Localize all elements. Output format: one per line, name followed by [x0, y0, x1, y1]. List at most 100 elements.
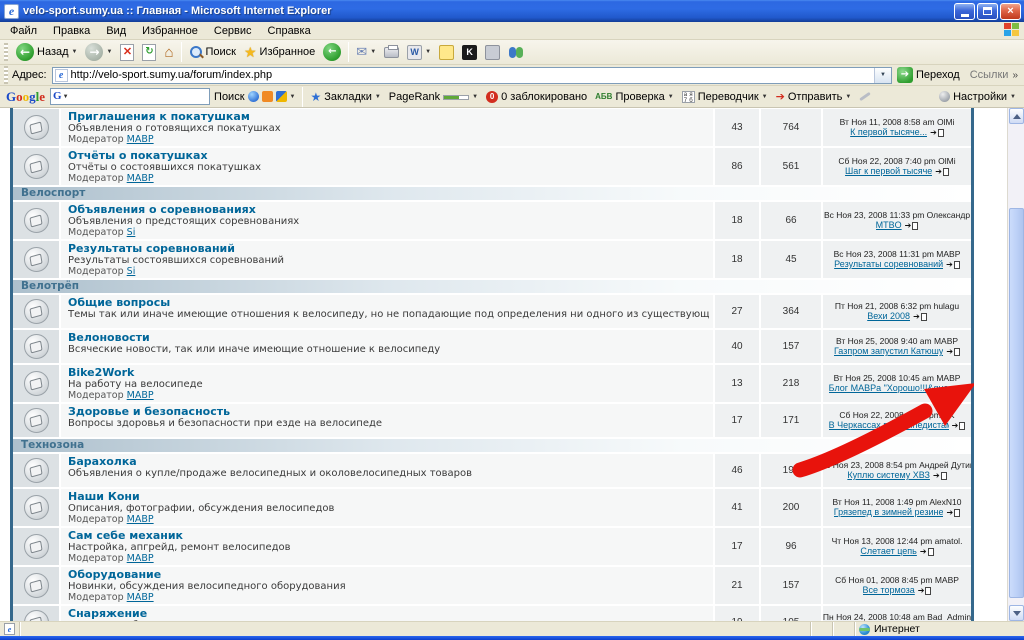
google-addon2-icon[interactable]	[276, 91, 287, 102]
spellcheck-button[interactable]: АБВ Проверка ▼	[591, 91, 678, 103]
search-button[interactable]: Поиск	[185, 41, 240, 63]
moderator-link[interactable]: MABP	[127, 173, 154, 184]
pagerank-caret[interactable]: ▼	[472, 94, 478, 100]
scroll-up-button[interactable]	[1009, 108, 1024, 124]
forum-link[interactable]: Сам себе механик	[68, 529, 709, 542]
scrollbar-thumb[interactable]	[1009, 208, 1024, 598]
goto-lastpost-icon[interactable]: ➔	[946, 261, 953, 269]
translate-button[interactable]: ая7б Переводчик ▼	[678, 91, 772, 103]
forum-link[interactable]: Bike2Work	[68, 366, 709, 379]
lastpost-link[interactable]: Куплю систему ХВЗ	[847, 470, 930, 481]
edit-button[interactable]: W ▼	[403, 41, 435, 63]
translate-caret[interactable]: ▼	[762, 94, 768, 100]
menu-edit[interactable]: Правка	[45, 25, 98, 37]
links-chevron-icon[interactable]: »	[1012, 70, 1018, 81]
bookmarks-caret[interactable]: ▼	[375, 94, 381, 100]
forum-link[interactable]: Объявления о соревнованиях	[68, 203, 709, 216]
moderator-link[interactable]: MABP	[127, 134, 154, 145]
lastpost-link[interactable]: К первой тысяче...	[850, 127, 927, 138]
address-dropdown-icon[interactable]: ▼	[874, 68, 891, 83]
forum-link[interactable]: Барахолка	[68, 455, 709, 468]
lastpost-link[interactable]: MTBO	[876, 220, 902, 231]
forum-link[interactable]: Отчёты о покатушках	[68, 149, 709, 162]
moderator-link[interactable]: MABP	[127, 592, 154, 603]
messenger-button[interactable]	[504, 41, 528, 63]
mail-dropdown-icon[interactable]: ▼	[370, 49, 376, 55]
moderator-link[interactable]: MABP	[127, 390, 154, 401]
close-button[interactable]: ×	[1000, 3, 1021, 20]
history-button[interactable]: ←	[319, 41, 345, 63]
popup-blocker-button[interactable]: 0 0 заблокировано	[482, 91, 591, 103]
goto-lastpost-icon[interactable]: ➔	[920, 548, 927, 556]
address-input[interactable]	[71, 69, 874, 81]
goto-lastpost-icon[interactable]: ➔	[905, 222, 912, 230]
menu-help[interactable]: Справка	[260, 25, 319, 37]
lastpost-link[interactable]: Газпром запустил Катюшу	[834, 346, 943, 357]
goto-lastpost-icon[interactable]: ➔	[946, 509, 953, 517]
go-button[interactable]: ➔ Переход	[897, 67, 960, 83]
menu-file[interactable]: Файл	[2, 25, 45, 37]
mail-button[interactable]: ✉ ▼	[352, 41, 380, 63]
forward-button[interactable]: → ▼	[81, 41, 116, 63]
links-toolbar-label[interactable]: Ссылки	[970, 69, 1009, 81]
vertical-scrollbar[interactable]	[1007, 108, 1024, 621]
google-search-caret[interactable]: ▼	[290, 94, 296, 100]
stop-button[interactable]: ✕	[116, 41, 138, 63]
moderator-link[interactable]: Si	[127, 227, 136, 238]
forum-link[interactable]: Результаты соревнований	[68, 242, 709, 255]
forum-link[interactable]: Оборудование	[68, 568, 709, 581]
menu-favorites[interactable]: Избранное	[134, 25, 206, 37]
back-button[interactable]: ← Назад ▼	[12, 41, 81, 63]
restore-button[interactable]	[977, 3, 998, 20]
google-settings-button[interactable]: Настройки ▼	[935, 91, 1020, 103]
settings-caret[interactable]: ▼	[1010, 94, 1016, 100]
addressbar-grip[interactable]	[4, 66, 8, 84]
spellcheck-caret[interactable]: ▼	[668, 94, 674, 100]
moderator-link[interactable]: Si	[127, 266, 136, 277]
google-addon-icon[interactable]	[262, 91, 273, 102]
lastpost-link[interactable]: Блог MABPa "Хорошо!!!&quo...	[829, 383, 949, 394]
forward-dropdown-icon[interactable]: ▼	[106, 49, 112, 55]
scroll-down-button[interactable]	[1009, 605, 1024, 621]
goto-lastpost-icon[interactable]: ➔	[918, 587, 925, 595]
lastpost-link[interactable]: Грязепед в зимней резине	[834, 507, 944, 518]
lastpost-link[interactable]: Вехи 2008	[867, 311, 910, 322]
goto-lastpost-icon[interactable]: ➔	[952, 422, 959, 430]
lastpost-link[interactable]: Результаты соревнований	[834, 259, 943, 270]
pagerank-widget[interactable]: PageRank ▼	[385, 91, 482, 103]
send-caret[interactable]: ▼	[845, 94, 851, 100]
back-dropdown-icon[interactable]: ▼	[72, 49, 78, 55]
highlight-button[interactable]	[855, 95, 875, 98]
forum-link[interactable]: Приглашения к покатушкам	[68, 110, 709, 123]
toolbar-grip[interactable]	[4, 43, 8, 61]
home-button[interactable]: ⌂	[160, 41, 177, 63]
forum-link[interactable]: Здоровье и безопасность	[68, 405, 709, 418]
k-addon-button[interactable]: K	[458, 41, 481, 63]
media-addon-button[interactable]	[481, 41, 504, 63]
goto-lastpost-icon[interactable]: ➔	[935, 168, 942, 176]
forum-link[interactable]: Общие вопросы	[68, 296, 709, 309]
forum-link[interactable]: Снаряжение	[68, 607, 709, 620]
goto-lastpost-icon[interactable]: ➔	[952, 385, 959, 393]
menu-tools[interactable]: Сервис	[206, 25, 260, 37]
lastpost-link[interactable]: Шаг к первой тысяче	[845, 166, 932, 177]
minimize-button[interactable]	[954, 3, 975, 20]
goto-lastpost-icon[interactable]: ➔	[913, 313, 920, 321]
print-button[interactable]	[380, 41, 403, 63]
google-earth-icon[interactable]	[248, 91, 259, 102]
moderator-link[interactable]: MABP	[127, 514, 154, 525]
refresh-button[interactable]: ↻	[138, 41, 160, 63]
google-bookmarks-button[interactable]: ★ Закладки ▼	[306, 90, 384, 104]
lastpost-link[interactable]: В Черкассах велосипедистам выд...	[829, 420, 949, 431]
google-search-input[interactable]	[69, 91, 211, 103]
goto-lastpost-icon[interactable]: ➔	[930, 129, 937, 137]
google-search-button[interactable]: Поиск ▼	[210, 91, 299, 103]
notes-addon-button[interactable]	[435, 41, 458, 63]
favorites-button[interactable]: ★ Избранное	[240, 41, 319, 63]
goto-lastpost-icon[interactable]: ➔	[933, 472, 940, 480]
send-button[interactable]: ➔ Отправить ▼	[772, 91, 856, 103]
forum-link[interactable]: Наши Кони	[68, 490, 709, 503]
lastpost-link[interactable]: Все тормоза	[863, 585, 915, 596]
lastpost-link[interactable]: Слетает цепь	[860, 546, 916, 557]
moderator-link[interactable]: MABP	[127, 553, 154, 564]
